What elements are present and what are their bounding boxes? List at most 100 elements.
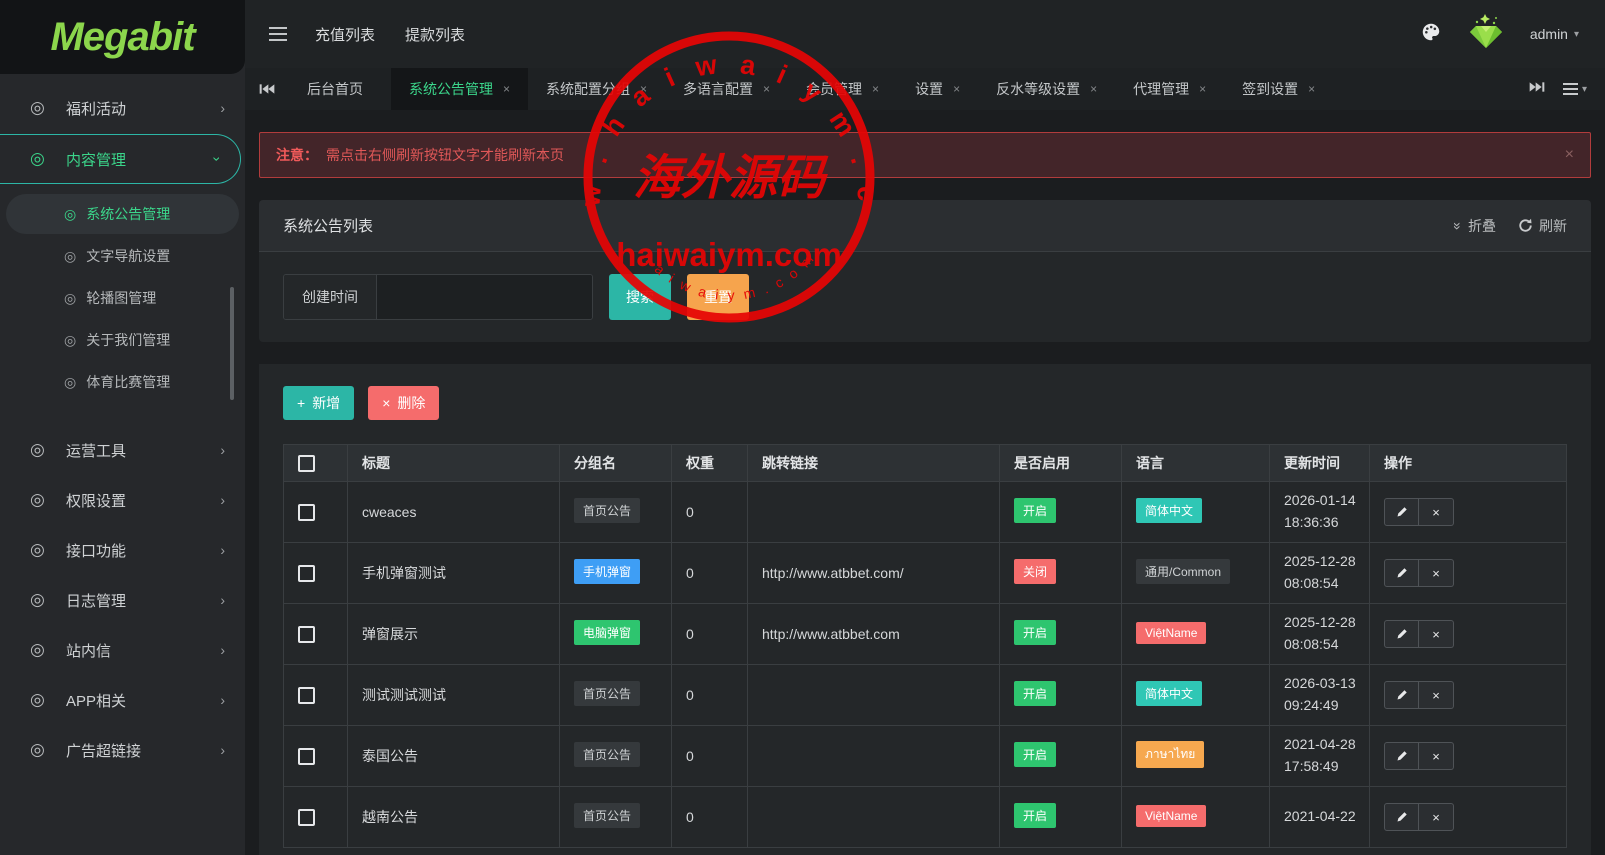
tab-close-icon[interactable]: × [1199, 82, 1206, 96]
row-checkbox[interactable] [298, 808, 315, 826]
alert-message: 需点击右侧刷新按钮文字才能刷新本页 [326, 147, 564, 163]
logo-text: Megabit [50, 14, 195, 59]
close-icon: × [382, 395, 391, 411]
tab-close-icon[interactable]: × [872, 82, 879, 96]
tab-label: 会员管理 [806, 81, 863, 97]
cell-title: 手机弹窗测试 [347, 542, 560, 604]
cell-title: 越南公告 [347, 786, 560, 848]
tab[interactable]: 反水等级设置 × [978, 68, 1115, 110]
main-content: 注意： 需点击右侧刷新按钮文字才能刷新本页 × 系统公告列表 » 折叠 刷新 创… [245, 110, 1605, 855]
remove-button[interactable]: × [1419, 803, 1454, 831]
reset-button[interactable]: 重置 [687, 274, 749, 320]
tab[interactable]: 后台首页 [289, 68, 391, 110]
circle-icon: ◎ [30, 540, 45, 559]
skip-to-first-tab-icon[interactable] [245, 82, 289, 96]
edit-button[interactable] [1384, 498, 1419, 526]
sidebar-group-item[interactable]: ◎ 内容管理 › [0, 134, 241, 184]
tab-close-icon[interactable]: × [1308, 82, 1315, 96]
avatar-gem-icon[interactable] [1466, 12, 1506, 57]
add-button[interactable]: + 新增 [283, 386, 355, 420]
sidebar-group-item[interactable]: ◎ 日志管理 › [0, 576, 245, 624]
row-checkbox[interactable] [298, 747, 315, 765]
language-badge: ViệtName [1136, 621, 1207, 644]
created-time-input[interactable] [377, 275, 592, 319]
chevron-right-icon: › [220, 542, 225, 558]
tab-close-icon[interactable]: × [763, 82, 770, 96]
top-menu-recharge-list[interactable]: 充值列表 [315, 24, 375, 45]
sidebar-scrollbar-thumb[interactable] [230, 287, 234, 400]
tab[interactable]: 会员管理 × [788, 68, 897, 110]
edit-button[interactable] [1384, 742, 1419, 770]
sidebar-group-item[interactable]: ◎ 权限设置 › [0, 476, 245, 524]
sidebar-group-item[interactable]: ◎ 站内信 › [0, 626, 245, 674]
edit-button[interactable] [1384, 803, 1419, 831]
notice-alert: 注意： 需点击右侧刷新按钮文字才能刷新本页 × [259, 132, 1591, 178]
sidebar-sub-item[interactable]: ◎ 文字导航设置 [6, 236, 239, 276]
skip-to-last-tab-icon[interactable] [1529, 80, 1545, 99]
sidebar-item-label: APP相关 [66, 692, 127, 710]
select-all-checkbox[interactable] [298, 454, 315, 472]
chevron-right-icon: › [220, 642, 225, 658]
tab[interactable]: 签到设置 × [1224, 68, 1333, 110]
user-menu[interactable]: admin ▾ [1530, 26, 1579, 42]
chevron-right-icon: › [220, 442, 225, 458]
cell-title: 测试测试测试 [347, 664, 560, 726]
tab-close-icon[interactable]: × [503, 82, 510, 96]
circle-icon: ◎ [30, 490, 45, 509]
sidebar-group-item[interactable]: ◎ APP相关 › [0, 676, 245, 724]
sidebar-group-item[interactable]: ◎ 福利活动 › [0, 84, 245, 132]
remove-button[interactable]: × [1419, 498, 1454, 526]
tab[interactable]: 代理管理 × [1115, 68, 1224, 110]
tab[interactable]: 系统配置分组 × [528, 68, 665, 110]
row-checkbox[interactable] [298, 686, 315, 704]
remove-button[interactable]: × [1419, 620, 1454, 648]
sidebar-group-item[interactable]: ◎ 运营工具 › [0, 426, 245, 474]
sidebar-group-item[interactable]: ◎ 广告超链接 › [0, 726, 245, 774]
tab-close-icon[interactable]: × [953, 82, 960, 96]
tab[interactable]: 系统公告管理 × [391, 68, 529, 110]
alert-close-icon[interactable]: × [1565, 146, 1574, 164]
cell-link: http://www.atbbet.com [747, 603, 1000, 665]
remove-button[interactable]: × [1419, 681, 1454, 709]
sidebar-sub-item[interactable]: ◎ 系统公告管理 [6, 194, 239, 234]
top-menu-withdraw-list[interactable]: 提款列表 [405, 24, 465, 45]
announcement-table: 标题 分组名 权重 跳转链接 是否启用 语言 更新时间 操作 cweaces 首… [283, 444, 1567, 848]
row-checkbox[interactable] [298, 503, 315, 521]
enabled-badge: 开启 [1014, 498, 1057, 523]
sidebar-sub-item[interactable]: ◎ 关于我们管理 [6, 320, 239, 360]
hamburger-icon[interactable] [263, 21, 293, 47]
created-time-label: 创建时间 [284, 275, 377, 319]
sidebar-group-item[interactable]: ◎ 接口功能 › [0, 526, 245, 574]
sidebar-sub-item-label: 轮播图管理 [86, 290, 157, 306]
delete-button[interactable]: × 删除 [368, 386, 440, 420]
row-checkbox[interactable] [298, 564, 315, 582]
tab-close-icon[interactable]: × [1090, 82, 1097, 96]
tab[interactable]: 多语言配置 × [665, 68, 788, 110]
tab-label: 系统公告管理 [409, 81, 493, 97]
edit-button[interactable] [1384, 559, 1419, 587]
tab[interactable]: 设置 × [897, 68, 978, 110]
col-lang: 语言 [1121, 444, 1270, 482]
tab-options-menu-icon[interactable]: ▾ [1562, 83, 1587, 95]
chevron-right-icon: › [220, 492, 225, 508]
search-button[interactable]: 搜索 [609, 274, 671, 320]
edit-button[interactable] [1384, 681, 1419, 709]
tab-close-icon[interactable]: × [640, 82, 647, 96]
theme-palette-icon[interactable] [1420, 21, 1442, 48]
sidebar-sub-item[interactable]: ◎ 体育比赛管理 [6, 362, 239, 402]
sidebar-sub-item[interactable]: ◎ 轮播图管理 [6, 278, 239, 318]
chevron-down-icon: ▾ [1581, 83, 1587, 95]
circle-icon: ◎ [64, 247, 77, 264]
collapse-button[interactable]: » 折叠 [1450, 216, 1496, 236]
remove-button[interactable]: × [1419, 742, 1454, 770]
row-checkbox[interactable] [298, 625, 315, 643]
pencil-icon [1397, 629, 1407, 639]
group-badge: 首页公告 [574, 742, 641, 767]
group-badge: 首页公告 [574, 498, 641, 523]
pencil-icon [1397, 690, 1407, 700]
edit-button[interactable] [1384, 620, 1419, 648]
pencil-icon [1397, 507, 1407, 517]
sidebar-sub-item-label: 文字导航设置 [86, 248, 171, 264]
remove-button[interactable]: × [1419, 559, 1454, 587]
refresh-button[interactable]: 刷新 [1518, 216, 1567, 236]
